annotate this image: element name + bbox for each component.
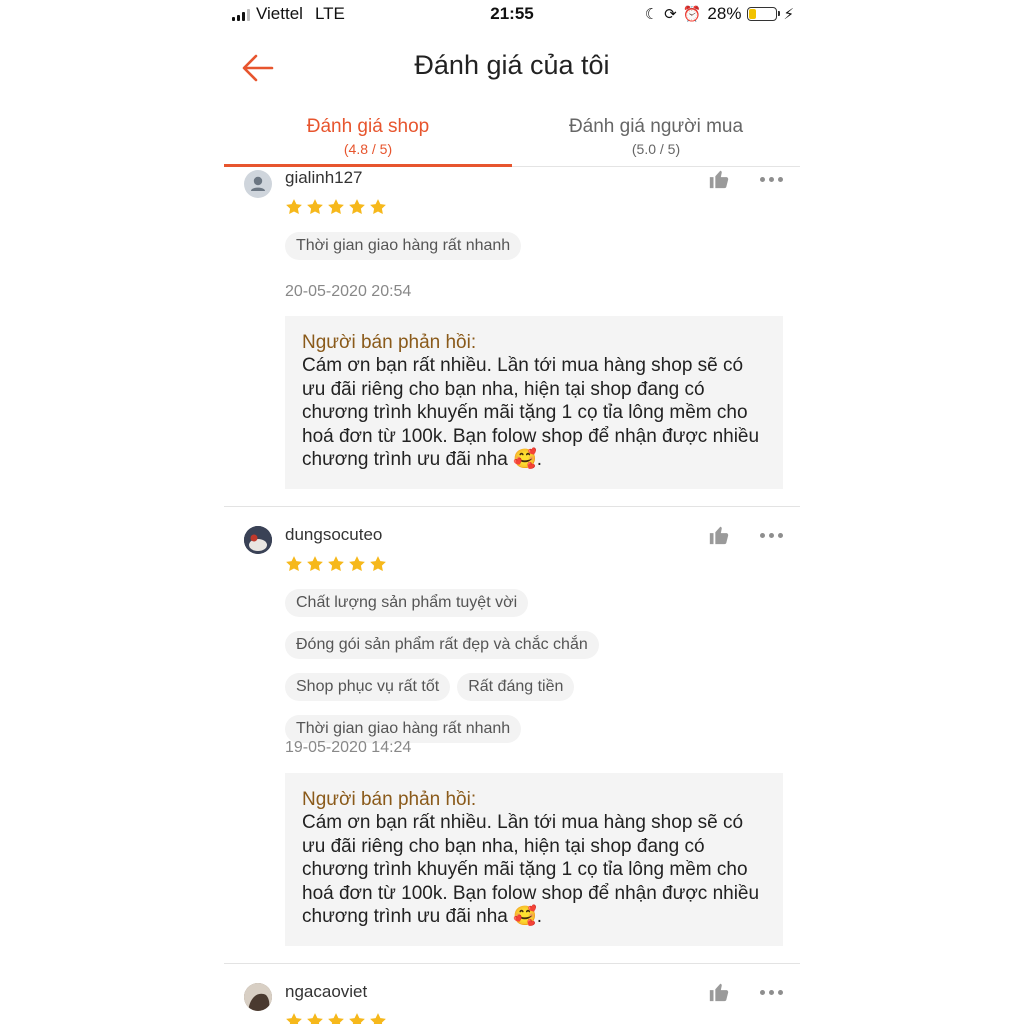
moon-icon: ☾ xyxy=(644,5,659,23)
alarm-icon: ⏰ xyxy=(682,5,702,23)
star-rating xyxy=(285,1012,387,1024)
header: Đánh giá của tôi xyxy=(224,38,800,98)
review-date: 19-05-2020 14:24 xyxy=(285,739,412,756)
star-icon xyxy=(370,1013,386,1024)
more-options-button[interactable] xyxy=(760,990,783,995)
review-item: ngacaoviet xyxy=(224,963,800,1024)
status-bar: Viettel LTE 21:55 ☾ ⟳ ⏰ 28% ⚡ xyxy=(224,0,800,30)
star-icon xyxy=(349,1013,365,1024)
star-rating xyxy=(285,198,387,216)
avatar xyxy=(244,983,272,1011)
tab-label: Đánh giá người mua xyxy=(568,116,744,137)
more-options-button[interactable] xyxy=(760,533,783,538)
review-date: 20-05-2020 20:54 xyxy=(285,283,412,300)
battery-percent: 28% xyxy=(707,4,742,23)
star-icon xyxy=(307,199,323,215)
status-right: ☾ ⟳ ⏰ 28% ⚡ xyxy=(645,4,794,24)
star-icon xyxy=(328,556,344,572)
review-tag: Rất đáng tiền xyxy=(457,673,575,701)
like-button[interactable] xyxy=(708,168,730,190)
review-item: gialinh127 Thời gian giao hàng rất nhanh… xyxy=(224,168,800,507)
app-screen: Viettel LTE 21:55 ☾ ⟳ ⏰ 28% ⚡ Đánh giá c… xyxy=(224,0,800,1024)
seller-reply-label: Người bán phản hồi: xyxy=(302,332,477,353)
star-icon xyxy=(328,1013,344,1024)
seller-reply-text: Cám ơn bạn rất nhiều. Lần tới mua hàng s… xyxy=(302,355,760,471)
star-rating xyxy=(285,555,387,573)
tab-buyer-reviews[interactable]: Đánh giá người mua (5.0 / 5) xyxy=(512,110,800,166)
star-icon xyxy=(307,556,323,572)
star-icon xyxy=(286,556,302,572)
seller-reply-text: Cám ơn bạn rất nhiều. Lần tới mua hàng s… xyxy=(302,812,760,928)
review-tag: Chất lượng sản phẩm tuyệt vời xyxy=(285,589,529,617)
tab-shop-reviews[interactable]: Đánh giá shop (4.8 / 5) xyxy=(224,110,512,167)
tab-rating: (5.0 / 5) xyxy=(631,141,681,157)
tab-bar: Đánh giá shop (4.8 / 5) Đánh giá người m… xyxy=(224,110,800,167)
charging-icon: ⚡ xyxy=(783,5,794,23)
star-icon xyxy=(307,1013,323,1024)
tab-label: Đánh giá shop xyxy=(306,116,430,137)
more-options-button[interactable] xyxy=(760,177,783,182)
battery-icon xyxy=(747,7,781,21)
review-tag: Thời gian giao hàng rất nhanh xyxy=(285,232,522,260)
thumbs-up-icon xyxy=(709,983,729,1002)
reviewer-name: ngacaoviet xyxy=(285,982,368,1001)
user-photo-icon xyxy=(244,526,272,554)
seller-reply-label: Người bán phản hồi: xyxy=(302,789,477,810)
star-icon xyxy=(370,199,386,215)
battery-fill xyxy=(749,9,757,19)
orientation-lock-icon: ⟳ xyxy=(664,5,677,23)
star-icon xyxy=(349,556,365,572)
thumbs-up-icon xyxy=(709,526,729,545)
star-icon xyxy=(370,556,386,572)
page-title: Đánh giá của tôi xyxy=(414,50,610,80)
like-button[interactable] xyxy=(708,981,730,1003)
avatar xyxy=(244,170,272,198)
seller-reply: Người bán phản hồi: Cám ơn bạn rất nhiều… xyxy=(285,316,783,489)
review-tag: Đóng gói sản phẩm rất đẹp và chắc chắn xyxy=(285,631,599,659)
reviewer-name: gialinh127 xyxy=(285,168,363,187)
like-button[interactable] xyxy=(708,524,730,546)
thumbs-up-icon xyxy=(709,170,729,189)
review-tag: Shop phục vụ rất tốt xyxy=(285,673,451,701)
seller-reply: Người bán phản hồi: Cám ơn bạn rất nhiều… xyxy=(285,773,783,946)
review-tags: Chất lượng sản phẩm tuyệt vời Đóng gói s… xyxy=(285,589,785,743)
avatar xyxy=(244,526,272,554)
star-icon xyxy=(286,199,302,215)
user-placeholder-icon xyxy=(251,176,265,191)
user-photo-icon xyxy=(244,983,272,1011)
star-icon xyxy=(286,1013,302,1024)
tab-rating: (4.8 / 5) xyxy=(343,141,393,157)
reviewer-name: dungsocuteo xyxy=(285,525,383,544)
star-icon xyxy=(328,199,344,215)
star-icon xyxy=(349,199,365,215)
review-item: dungsocuteo Chất lượng sản phẩm tuyệt vờ… xyxy=(224,506,800,964)
review-tags: Thời gian giao hàng rất nhanh xyxy=(285,232,785,260)
tab-active-indicator xyxy=(224,164,512,167)
